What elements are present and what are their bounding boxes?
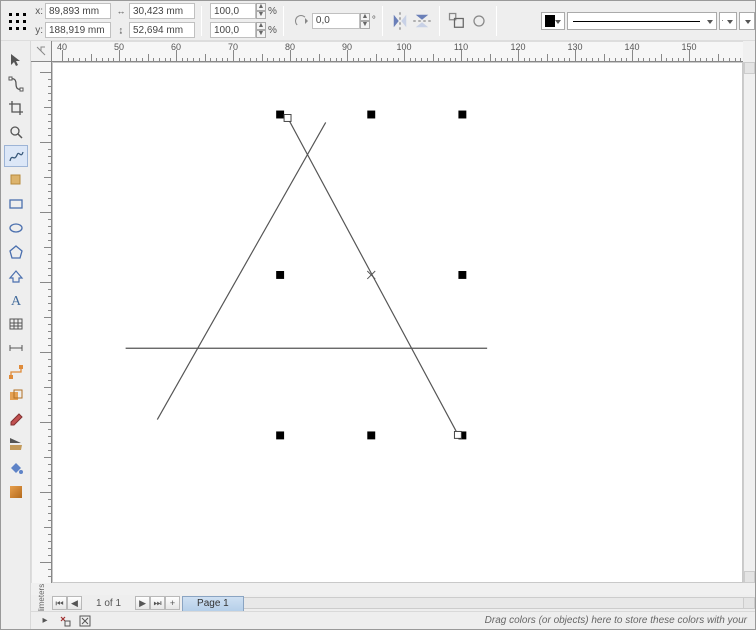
scale-y-unit: % (268, 25, 277, 36)
page-info: 1 of 1 (82, 598, 135, 609)
play-icon[interactable]: ▸ (37, 614, 53, 628)
rotation-icon (290, 10, 312, 32)
vertical-scrollbar[interactable] (743, 62, 755, 583)
last-page-button[interactable]: ⏭ (150, 596, 165, 610)
rotation-field[interactable]: 0,0 (312, 13, 360, 29)
zoom-tool[interactable] (4, 121, 28, 143)
dimension-tool[interactable] (4, 337, 28, 359)
rotation-unit: ° (372, 15, 376, 26)
scale-x-field[interactable]: 100,0 (210, 3, 256, 19)
property-bar: x: 89,893 mm y: 188,919 mm ↔ 30,423 mm ↨… (1, 1, 755, 41)
ellipse-tool[interactable] (4, 217, 28, 239)
text-tool[interactable]: A (4, 289, 28, 311)
status-bar: ▸ Drag colors (or objects) here to store… (31, 611, 755, 629)
crop-tool[interactable] (4, 97, 28, 119)
pick-tool[interactable] (4, 49, 28, 71)
table-tool[interactable] (4, 313, 28, 335)
line-style-combo[interactable] (567, 12, 717, 30)
ruler-units-label: millimeters (31, 595, 52, 611)
eyedropper-tool[interactable] (4, 409, 28, 431)
separator (283, 6, 284, 36)
separator (382, 6, 383, 36)
width-field[interactable]: 30,423 mm (129, 3, 195, 19)
connector-tool[interactable] (4, 361, 28, 383)
height-icon: ↨ (113, 23, 129, 37)
mirror-horizontal-button[interactable] (389, 10, 411, 32)
left-diagonal-line[interactable] (157, 122, 325, 419)
interactive-fill-tool[interactable] (4, 481, 28, 503)
shape-tool[interactable] (4, 73, 28, 95)
separator (201, 6, 202, 36)
first-page-button[interactable]: ⏮ (52, 596, 67, 610)
page-1-tab[interactable]: Page 1 (182, 596, 244, 611)
scale-x-spinner[interactable]: ▲▼ (256, 3, 266, 19)
horizontal-scrollbar[interactable] (244, 597, 743, 609)
pos-x-field[interactable]: 89,893 mm (45, 3, 111, 19)
prev-page-button[interactable]: ◀ (67, 596, 82, 610)
scale-y-spinner[interactable]: ▲▼ (256, 22, 266, 38)
vertical-ruler[interactable]: 220210200190180170160150 (31, 62, 52, 583)
height-field[interactable]: 52,694 mm (129, 22, 195, 38)
mirror-vertical-button[interactable] (411, 10, 433, 32)
work-area: 405060708090100110120130140150 220210200… (31, 41, 755, 595)
svg-text:A: A (11, 294, 22, 308)
page-bar: millimeters ⏮ ◀ 1 of 1 ▶ ⏭ + Page 1 (31, 595, 755, 611)
scale-x-unit: % (268, 6, 277, 17)
next-page-button[interactable]: ▶ (135, 596, 150, 610)
separator (439, 6, 440, 36)
add-page-button[interactable]: + (165, 596, 180, 610)
horizontal-ruler[interactable]: 405060708090100110120130140150 (52, 41, 743, 62)
width-icon: ↔ (113, 4, 129, 18)
separator (496, 6, 497, 36)
pos-y-label: y: (31, 25, 45, 36)
scroll-down-button[interactable] (744, 571, 755, 583)
position-origin-widget[interactable] (5, 9, 29, 33)
scroll-left-button[interactable] (743, 597, 755, 609)
polygon-tool[interactable] (4, 241, 28, 263)
scroll-up-button[interactable] (744, 62, 755, 74)
arrow-start-combo[interactable] (541, 12, 565, 30)
rotation-spinner[interactable]: ▲▼ (360, 13, 370, 29)
line-width-combo[interactable] (719, 12, 737, 30)
misc-button-2[interactable] (468, 10, 490, 32)
misc-button-1[interactable] (446, 10, 468, 32)
arrow-end-combo[interactable] (739, 12, 755, 30)
toolbox: A (1, 41, 31, 629)
pos-x-label: x: (31, 6, 45, 17)
hint-text: Drag colors (or objects) here to store t… (485, 615, 755, 626)
freehand-tool[interactable] (4, 145, 28, 167)
fill-tool[interactable] (4, 457, 28, 479)
basic-shapes-tool[interactable] (4, 265, 28, 287)
settings-icon[interactable] (57, 614, 73, 628)
scale-y-field[interactable]: 100,0 (210, 22, 256, 38)
ruler-origin[interactable] (31, 41, 52, 62)
outline-tool[interactable] (4, 433, 28, 455)
effects-tool[interactable] (4, 385, 28, 407)
horizontal-scroll-area (52, 583, 743, 595)
pos-y-field[interactable]: 188,919 mm (45, 22, 111, 38)
rectangle-tool[interactable] (4, 193, 28, 215)
drawing-canvas[interactable] (52, 62, 743, 583)
close-palette-icon[interactable] (77, 614, 93, 628)
smart-fill-tool[interactable] (4, 169, 28, 191)
